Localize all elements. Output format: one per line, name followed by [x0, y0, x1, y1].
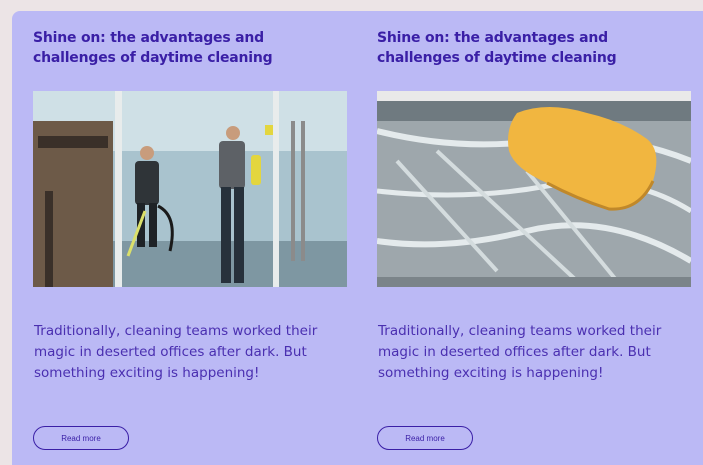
article-description: Traditionally, cleaning teams worked the…: [378, 323, 662, 381]
read-more-button[interactable]: Read more: [377, 426, 473, 450]
sponge-on-glass-image[interactable]: [377, 91, 691, 287]
read-more-button[interactable]: Read more: [33, 426, 129, 450]
article-title[interactable]: Shine on: the advantages and challenges …: [377, 28, 677, 68]
article-description: Traditionally, cleaning teams worked the…: [34, 323, 318, 381]
articles-panel: Shine on: the advantages and challenges …: [12, 11, 703, 465]
office-cleaning-image[interactable]: [33, 91, 347, 287]
article-title[interactable]: Shine on: the advantages and challenges …: [33, 28, 333, 68]
